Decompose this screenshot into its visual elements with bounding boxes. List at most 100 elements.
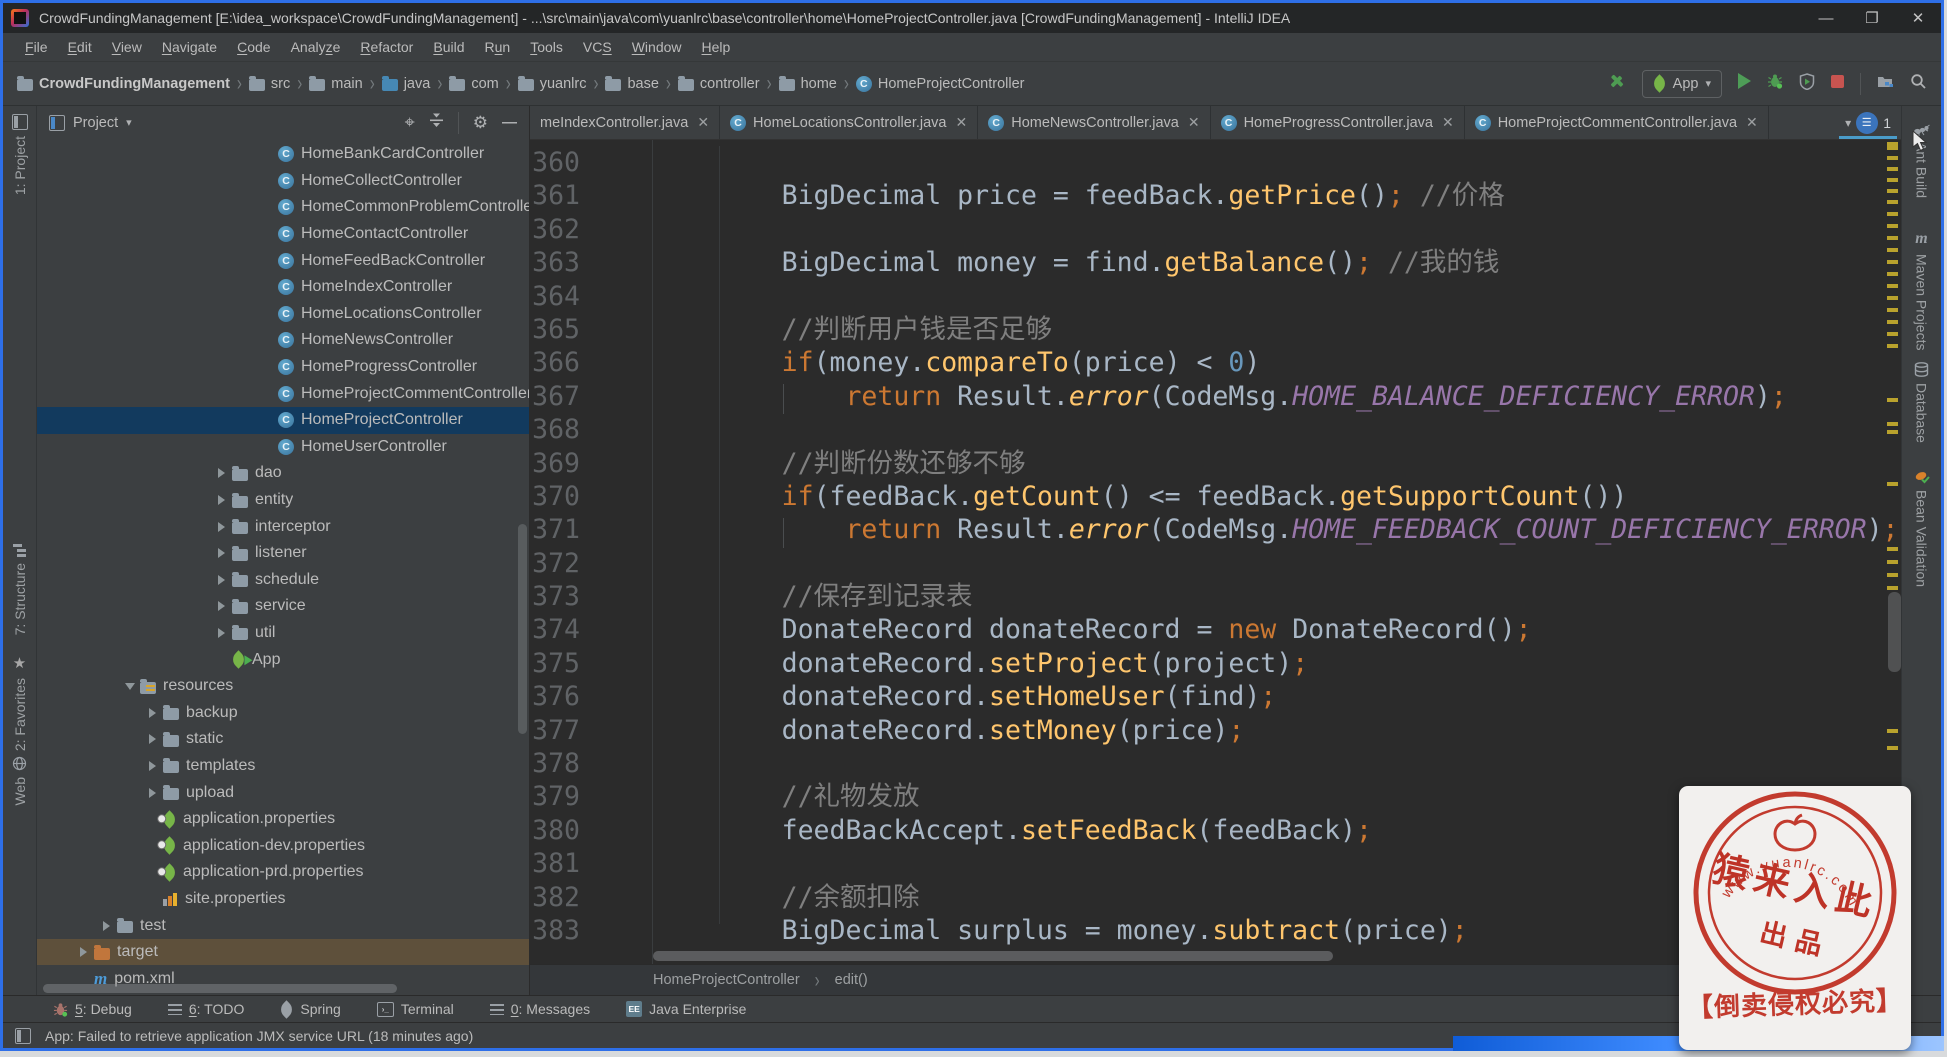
tool-windows-button[interactable] — [1877, 74, 1894, 94]
tree-expand-arrow-icon[interactable] — [211, 495, 232, 506]
tool-strip-database[interactable]: Database — [1902, 362, 1941, 443]
tree-item-test[interactable]: test — [37, 912, 529, 939]
breadcrumb-item[interactable]: yuanlrc — [517, 76, 586, 92]
breadcrumb-item[interactable]: main — [309, 76, 363, 92]
tree-item-homecommonproblemcontroller[interactable]: C HomeCommonProblemController — [37, 194, 529, 221]
error-stripe-mark[interactable] — [1887, 142, 1898, 150]
tree-item-interceptor[interactable]: interceptor — [37, 513, 529, 540]
menu-view[interactable]: View — [102, 36, 152, 58]
tree-expand-arrow-icon[interactable] — [142, 787, 163, 798]
menu-vcs[interactable]: VCS — [573, 36, 622, 58]
error-stripe-mark[interactable] — [1887, 746, 1898, 750]
tree-expand-arrow-icon[interactable] — [96, 920, 117, 931]
run-configuration-select[interactable]: App ▾ — [1641, 69, 1722, 98]
tool-strip-maven-projects[interactable]: m Maven Projects — [1902, 230, 1941, 350]
build-button[interactable] — [1607, 72, 1626, 96]
error-stripe-mark[interactable] — [1887, 236, 1898, 240]
project-panel-title[interactable]: Project — [73, 115, 118, 131]
tool-window-button-6-todo[interactable]: 6: TODO — [167, 1001, 244, 1017]
tree-item-application-dev-properties[interactable]: application-dev.properties — [37, 832, 529, 859]
locate-file-button[interactable]: ⌖ — [405, 112, 415, 133]
menu-analyze[interactable]: Analyze — [281, 36, 351, 58]
maximize-button[interactable]: ❐ — [1849, 3, 1895, 33]
coverage-button[interactable] — [1799, 72, 1815, 95]
breadcrumb-item[interactable]: com — [449, 76, 499, 92]
menu-file[interactable]: File — [15, 36, 58, 58]
breadcrumb-item[interactable]: home — [778, 76, 837, 92]
stop-button[interactable] — [1831, 74, 1844, 93]
tree-item-dao[interactable]: dao — [37, 460, 529, 487]
project-tree-horizontal-scrollbar[interactable] — [43, 984, 397, 993]
tree-item-listener[interactable]: listener — [37, 540, 529, 567]
project-tree[interactable]: C HomeBankCardController C HomeCollectContr… — [37, 139, 529, 995]
error-stripe-mark[interactable] — [1887, 212, 1898, 216]
tool-window-button-spring[interactable]: Spring — [277, 999, 341, 1019]
tool-window-button-java-enterprise[interactable]: EE Java Enterprise — [626, 1001, 746, 1017]
hide-panel-button[interactable]: — — [502, 114, 517, 131]
collapse-all-button[interactable] — [429, 113, 444, 132]
error-stripe-mark[interactable] — [1887, 320, 1898, 324]
tree-item-app[interactable]: App — [37, 646, 529, 673]
editor-tab[interactable]: C HomeProgressController.java ✕ — [1211, 106, 1465, 139]
tool-window-button-5-debug[interactable]: 5: Debug — [53, 1001, 132, 1017]
close-button[interactable]: ✕ — [1895, 3, 1941, 33]
editor-tab[interactable]: C HomeNewsController.java ✕ — [978, 106, 1211, 139]
error-stripe-mark[interactable] — [1887, 189, 1898, 193]
editor-vertical-scrollbar[interactable] — [1888, 592, 1901, 672]
tree-expand-arrow-icon[interactable] — [211, 601, 232, 612]
tree-item-homeusercontroller[interactable]: C HomeUserController — [37, 434, 529, 461]
tool-strip-web[interactable]: Web — [3, 756, 36, 806]
error-stripe-mark[interactable] — [1887, 284, 1898, 288]
editor-tab[interactable]: meIndexController.java ✕ — [530, 106, 721, 139]
debug-button[interactable] — [1767, 73, 1783, 94]
close-tab-icon[interactable]: ✕ — [955, 114, 967, 131]
tool-strip-bean-validation[interactable]: Bean Validation — [1902, 470, 1941, 587]
menu-code[interactable]: Code — [227, 36, 280, 58]
menu-help[interactable]: Help — [692, 36, 741, 58]
breadcrumb-class[interactable]: HomeProjectController — [653, 972, 800, 988]
error-stripe-mark[interactable] — [1887, 296, 1898, 300]
menu-edit[interactable]: Edit — [58, 36, 102, 58]
breadcrumb-item[interactable]: C HomeProjectController — [855, 75, 1025, 92]
error-stripe-mark[interactable] — [1887, 156, 1898, 160]
breadcrumb-item[interactable]: java — [381, 76, 430, 92]
breadcrumb-item[interactable]: CrowdFundingManagement — [17, 76, 230, 92]
error-stripe-mark[interactable] — [1887, 398, 1898, 402]
tool-strip-2-favorites[interactable]: ★ 2: Favorites — [3, 654, 36, 751]
error-stripe-mark[interactable] — [1887, 224, 1898, 228]
tree-expand-arrow-icon[interactable] — [211, 468, 232, 479]
tree-item-schedule[interactable]: schedule — [37, 567, 529, 594]
tree-expand-arrow-icon[interactable] — [211, 521, 232, 532]
tree-item-target[interactable]: target — [37, 938, 529, 966]
menu-refactor[interactable]: Refactor — [350, 36, 423, 58]
gear-icon[interactable]: ⚙ — [473, 113, 488, 133]
error-stripe-mark[interactable] — [1887, 344, 1898, 348]
error-stripe-mark[interactable] — [1887, 482, 1898, 486]
error-stripe-mark[interactable] — [1887, 178, 1898, 182]
close-tab-icon[interactable]: ✕ — [1188, 114, 1200, 131]
tree-expand-arrow-icon[interactable] — [142, 707, 163, 718]
project-tree-vertical-scrollbar[interactable] — [518, 524, 527, 734]
error-stripe-mark[interactable] — [1887, 260, 1898, 264]
error-stripe-mark[interactable] — [1887, 272, 1898, 276]
tree-expand-arrow-icon[interactable] — [211, 627, 232, 638]
tool-window-toggle-icon[interactable] — [15, 1027, 31, 1044]
error-stripe-mark[interactable] — [1887, 200, 1898, 204]
minimize-button[interactable]: — — [1803, 3, 1849, 33]
tool-strip-7-structure[interactable]: 7: Structure — [3, 544, 36, 635]
tool-window-button-0-messages[interactable]: 0: Messages — [489, 1001, 590, 1017]
error-stripe-mark[interactable] — [1887, 167, 1898, 171]
tree-item-application-prd-properties[interactable]: application-prd.properties — [37, 859, 529, 886]
editor-horizontal-scrollbar[interactable] — [653, 951, 1333, 961]
tree-item-homenewscontroller[interactable]: C HomeNewsController — [37, 327, 529, 354]
menu-run[interactable]: Run — [475, 36, 521, 58]
menu-navigate[interactable]: Navigate — [152, 36, 227, 58]
error-stripe-mark[interactable] — [1887, 248, 1898, 252]
close-tab-icon[interactable]: ✕ — [697, 114, 709, 131]
tree-expand-arrow-icon[interactable] — [211, 574, 232, 585]
error-stripe-mark[interactable] — [1887, 586, 1898, 590]
tree-expand-arrow-icon[interactable] — [142, 734, 163, 745]
menu-tools[interactable]: Tools — [520, 36, 573, 58]
close-tab-icon[interactable]: ✕ — [1442, 114, 1454, 131]
tree-item-homecollectcontroller[interactable]: C HomeCollectController — [37, 168, 529, 195]
